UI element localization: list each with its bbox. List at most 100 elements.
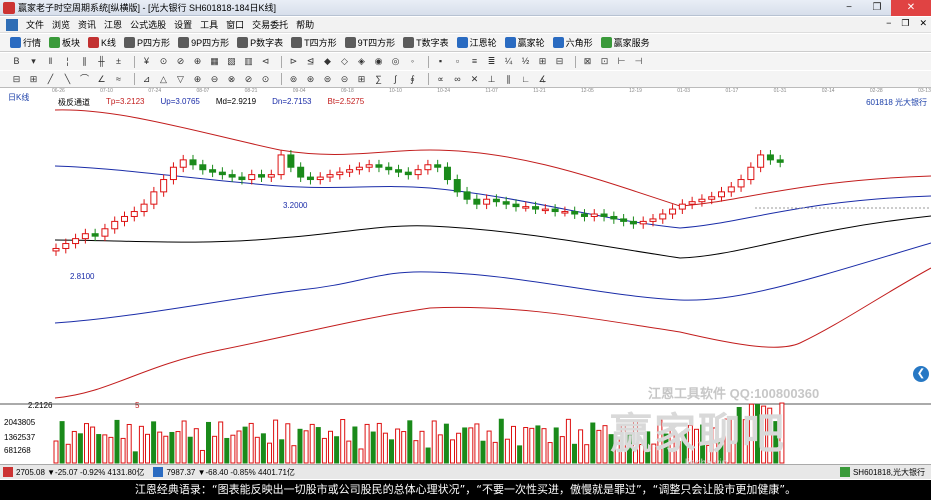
draw-tool-icon[interactable]: ⊟: [553, 55, 566, 68]
draw-tool-icon[interactable]: ∝: [434, 73, 447, 86]
draw-tool-icon[interactable]: B: [10, 55, 23, 68]
draw-tool-icon[interactable]: ◉: [372, 55, 385, 68]
draw-tool-icon[interactable]: ▪: [434, 55, 447, 68]
draw-tool-icon[interactable]: ⊕: [191, 55, 204, 68]
draw-tool-icon[interactable]: ⊢: [615, 55, 628, 68]
draw-tool-icon[interactable]: △: [157, 73, 170, 86]
draw-tool-icon[interactable]: ⊞: [355, 73, 368, 86]
draw-tool-icon[interactable]: ⊴: [304, 55, 317, 68]
draw-tool-icon[interactable]: ▫: [451, 55, 464, 68]
draw-tool-icon[interactable]: ◇: [338, 55, 351, 68]
draw-tool-icon[interactable]: ◎: [389, 55, 402, 68]
toolbar-button-icon: [456, 37, 468, 48]
draw-tool-icon[interactable]: ◆: [321, 55, 334, 68]
draw-tool-icon[interactable]: ▥: [242, 55, 255, 68]
menu-help[interactable]: 帮助: [292, 18, 318, 31]
menu-trade[interactable]: 交易委托: [248, 18, 292, 31]
restore-button[interactable]: ❐: [863, 0, 891, 16]
draw-tool-icon[interactable]: ⊗: [225, 73, 238, 86]
draw-tool-icon[interactable]: ⊞: [536, 55, 549, 68]
draw-tool-icon[interactable]: ⊠: [581, 55, 594, 68]
toolbar-button-3[interactable]: P四方形: [124, 36, 170, 49]
draw-tool-icon[interactable]: ╲: [61, 73, 74, 86]
draw-tool-icon[interactable]: ▧: [225, 55, 238, 68]
draw-tool-icon[interactable]: ⊳: [287, 55, 300, 68]
toolbar-button-5[interactable]: P数字表: [237, 36, 283, 49]
menu-file[interactable]: 文件: [22, 18, 48, 31]
draw-tool-icon[interactable]: ▽: [174, 73, 187, 86]
menu-settings[interactable]: 设置: [170, 18, 196, 31]
menu-tools[interactable]: 工具: [196, 18, 222, 31]
menu-window[interactable]: 窗口: [222, 18, 248, 31]
draw-tool-icon[interactable]: ≈: [112, 73, 125, 86]
draw-tool-icon[interactable]: ¥: [140, 55, 153, 68]
draw-tool-icon[interactable]: ∮: [406, 73, 419, 86]
toolbar-button-11[interactable]: 六角形: [552, 36, 593, 49]
draw-tool-icon[interactable]: ⊞: [27, 73, 40, 86]
draw-tool-icon[interactable]: ‖: [44, 55, 57, 68]
scroll-right-button[interactable]: ❮: [913, 366, 929, 382]
draw-tool-icon[interactable]: ⊥: [485, 73, 498, 86]
draw-tool-icon[interactable]: ⊟: [10, 73, 23, 86]
draw-tool-icon[interactable]: ⊙: [157, 55, 170, 68]
draw-tool-icon[interactable]: ⊘: [242, 73, 255, 86]
draw-tool-icon[interactable]: ⊙: [259, 73, 272, 86]
toolbar-button-10[interactable]: 赢家轮: [504, 36, 545, 49]
draw-tool-icon[interactable]: ¼: [502, 55, 515, 68]
draw-tool-icon[interactable]: ∑: [372, 73, 385, 86]
toolbar-button-4[interactable]: 9P四方形: [178, 36, 229, 49]
draw-tool-icon[interactable]: ⊚: [287, 73, 300, 86]
toolbar-button-9[interactable]: 江恩轮: [456, 36, 497, 49]
draw-tool-icon[interactable]: ≡: [468, 55, 481, 68]
volume-bar: [181, 420, 187, 464]
draw-tool-icon[interactable]: ∡: [536, 73, 549, 86]
menu-gann[interactable]: 江恩: [100, 18, 126, 31]
toolbar-button-1[interactable]: 板块: [49, 36, 80, 49]
draw-tool-icon[interactable]: ✕: [468, 73, 481, 86]
toolbar-button-6[interactable]: T四方形: [291, 36, 337, 49]
child-close-button[interactable]: ✕: [919, 18, 927, 29]
draw-tool-icon[interactable]: ⊲: [259, 55, 272, 68]
menu-info[interactable]: 资讯: [74, 18, 100, 31]
draw-tool-icon[interactable]: ∠: [95, 73, 108, 86]
draw-tool-icon[interactable]: ▦: [208, 55, 221, 68]
close-button[interactable]: ✕: [891, 0, 931, 16]
menu-browse[interactable]: 浏览: [48, 18, 74, 31]
draw-tool-icon[interactable]: ⊖: [208, 73, 221, 86]
draw-tool-icon[interactable]: ⊛: [304, 73, 317, 86]
draw-tool-icon[interactable]: ⊣: [632, 55, 645, 68]
volume-bar: [578, 429, 584, 464]
draw-tool-icon[interactable]: ½: [519, 55, 532, 68]
toolbar-button-12[interactable]: 赢家服务: [600, 36, 650, 49]
menu-formula[interactable]: 公式选股: [126, 18, 170, 31]
toolbar-button-0[interactable]: 行情: [10, 36, 41, 49]
draw-tool-icon[interactable]: ⊿: [140, 73, 153, 86]
draw-tool-icon[interactable]: ±: [112, 55, 125, 68]
draw-tool-icon[interactable]: ╫: [95, 55, 108, 68]
draw-tool-icon[interactable]: ⊡: [598, 55, 611, 68]
toolbar-button-7[interactable]: 9T四方形: [344, 36, 395, 49]
draw-tool-icon[interactable]: ╱: [44, 73, 57, 86]
draw-tool-icon[interactable]: ⊕: [191, 73, 204, 86]
child-minimize-button[interactable]: −: [886, 18, 891, 29]
draw-tool-icon[interactable]: ⌒: [78, 73, 91, 86]
draw-tool-icon[interactable]: ≣: [485, 55, 498, 68]
stock-tab[interactable]: SH601818,光大银行: [853, 467, 925, 478]
draw-tool-icon[interactable]: ◈: [355, 55, 368, 68]
toolbar-button-2[interactable]: K线: [88, 36, 116, 49]
draw-tool-icon[interactable]: ∫: [389, 73, 402, 86]
draw-tool-icon[interactable]: ∞: [451, 73, 464, 86]
draw-tool-icon[interactable]: ⊘: [174, 55, 187, 68]
draw-tool-icon[interactable]: ¦: [61, 55, 74, 68]
kline-chart[interactable]: 06-26 07-10 07-24 08-07 08-21 09-04 09-18 10-10…: [0, 88, 931, 464]
draw-tool-icon[interactable]: ⊜: [321, 73, 334, 86]
draw-tool-icon[interactable]: ⊝: [338, 73, 351, 86]
minimize-button[interactable]: −: [835, 0, 863, 16]
draw-tool-icon[interactable]: ◦: [406, 55, 419, 68]
draw-tool-icon[interactable]: ∟: [519, 73, 532, 86]
toolbar-button-8[interactable]: T数字表: [403, 36, 449, 49]
draw-tool-icon[interactable]: ∥: [78, 55, 91, 68]
draw-tool-icon[interactable]: ∥: [502, 73, 515, 86]
child-restore-button[interactable]: ❐: [901, 18, 909, 29]
draw-tool-icon[interactable]: ▾: [27, 55, 40, 68]
